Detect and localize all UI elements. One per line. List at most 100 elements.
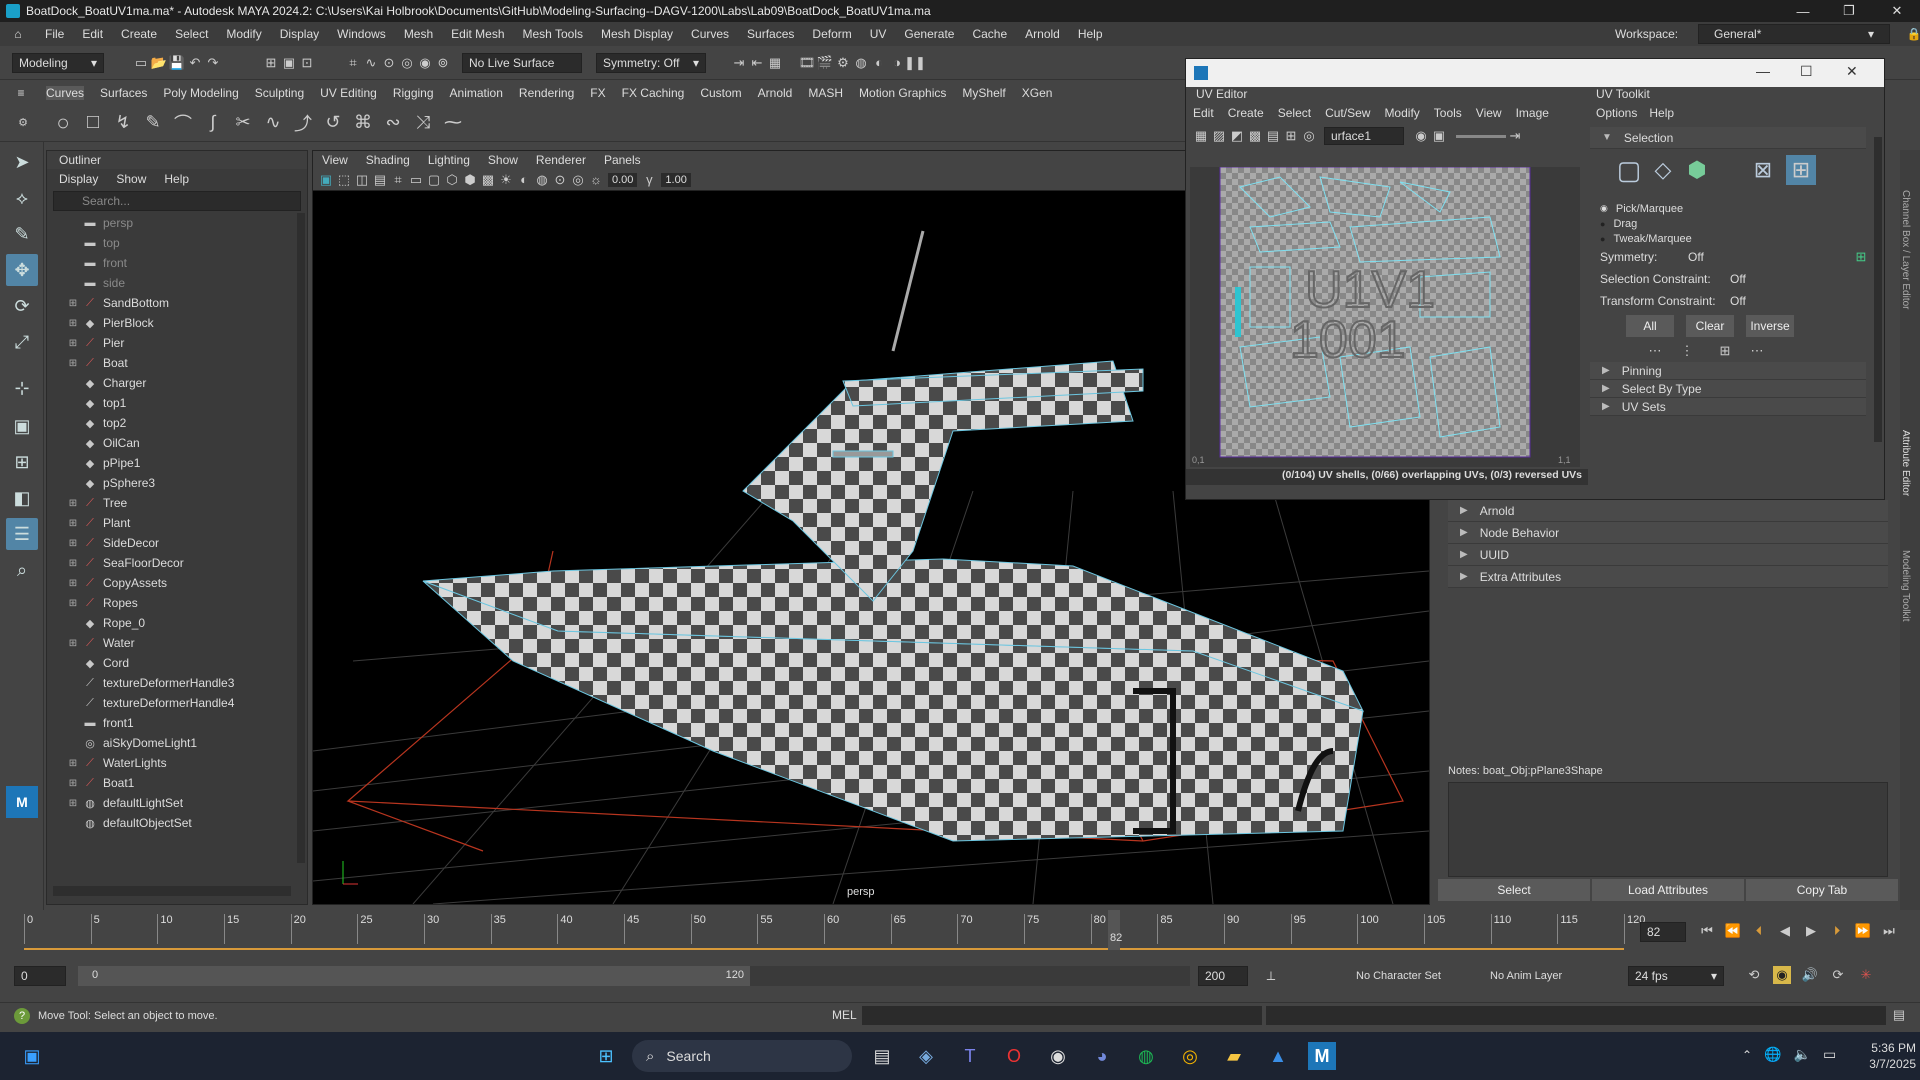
taskbar-clock[interactable]: 5:36 PM 3/7/2025: [1846, 1040, 1916, 1072]
select-hierarchy-icon[interactable]: ⊞: [262, 54, 280, 72]
snap-surface-icon[interactable]: ◉: [416, 54, 434, 72]
uv-toolkit-menu-options[interactable]: Options: [1596, 106, 1637, 120]
expand-icon[interactable]: ⊞: [67, 558, 79, 569]
image-plane-icon[interactable]: ▤: [371, 171, 389, 189]
widgets-icon[interactable]: ▣: [18, 1042, 46, 1070]
face-mode-icon[interactable]: ⊠: [1754, 157, 1772, 182]
notes-field[interactable]: [1448, 782, 1888, 877]
menu-surfaces[interactable]: Surfaces: [747, 27, 794, 41]
show-manipulator-icon[interactable]: ⊹: [6, 372, 38, 404]
taskbar-search[interactable]: ⌕ Search: [632, 1040, 852, 1072]
uv-menu-view[interactable]: View: [1476, 106, 1502, 120]
outliner-item[interactable]: ◆ Cord: [47, 653, 297, 673]
move-tool-icon[interactable]: ✥: [6, 254, 38, 286]
shelf-tab-rigging[interactable]: Rigging: [393, 86, 434, 100]
mode-dropdown[interactable]: Modeling ▾: [12, 52, 104, 73]
ae-section-extra-attributes[interactable]: ▶ Extra Attributes: [1448, 566, 1888, 588]
maximize-button[interactable]: ❐: [1826, 0, 1872, 22]
uv-menu-tools[interactable]: Tools: [1434, 106, 1462, 120]
menu-edit[interactable]: Edit: [82, 27, 103, 41]
expand-icon[interactable]: ⊞: [67, 298, 79, 309]
uv-grid-icon[interactable]: ▦: [1192, 127, 1210, 145]
output-ops-icon[interactable]: ⇤: [748, 54, 766, 72]
exposure-icon[interactable]: ☼: [587, 171, 605, 189]
outliner-item[interactable]: ◎ aiSkyDomeLight1: [47, 733, 297, 753]
wireframe-icon[interactable]: ⬡: [443, 171, 461, 189]
menu-deform[interactable]: Deform: [812, 27, 851, 41]
uv-toolkit-scrollbar[interactable]: [1874, 137, 1882, 442]
vertex-mode-icon[interactable]: ◇: [1654, 157, 1672, 182]
gamma-field[interactable]: 1.00: [661, 172, 691, 187]
viewport-menu-show[interactable]: Show: [488, 153, 518, 167]
menu-mesh-display[interactable]: Mesh Display: [601, 27, 673, 41]
ipr-render-icon[interactable]: 🎬: [816, 54, 834, 72]
new-scene-icon[interactable]: ▭: [132, 54, 150, 72]
menu-windows[interactable]: Windows: [337, 27, 386, 41]
command-input[interactable]: [862, 1006, 1262, 1025]
make-live-icon[interactable]: ⊚: [434, 54, 452, 72]
camera-attributes-icon[interactable]: ⬚: [335, 171, 353, 189]
viewport-menu-view[interactable]: View: [322, 153, 348, 167]
uv-canvas[interactable]: U1V1 1001 0,1 1,1: [1190, 167, 1580, 467]
paint-select-icon[interactable]: ✎: [6, 218, 38, 250]
viewport-menu-shading[interactable]: Shading: [366, 153, 410, 167]
inverse-selection-button[interactable]: Inverse: [1746, 315, 1794, 337]
minimize-button[interactable]: —: [1780, 0, 1826, 22]
curve-extend-icon[interactable]: ∿: [264, 112, 282, 132]
uv-shaded-icon[interactable]: ▨: [1210, 127, 1228, 145]
expand-icon[interactable]: ⊞: [67, 318, 79, 329]
file-explorer-icon[interactable]: ▰: [1220, 1042, 1248, 1070]
menu-uv[interactable]: UV: [870, 27, 887, 41]
uv-checker-icon[interactable]: ▩: [1246, 127, 1264, 145]
shelf-tab-surfaces[interactable]: Surfaces: [100, 86, 147, 100]
cache-playback-icon[interactable]: ⟳: [1829, 966, 1847, 984]
select-border-icon[interactable]: ⊞: [1716, 342, 1734, 360]
selection-mode-option[interactable]: ◉ Pick/Marquee: [1600, 201, 1884, 216]
outliner-layout-icon[interactable]: ☰: [6, 518, 38, 550]
copy-tab-button[interactable]: Copy Tab: [1746, 879, 1898, 901]
outliner-item[interactable]: ⊞ ⟋ SandBottom: [47, 293, 297, 313]
uv-next-icon[interactable]: ⇥: [1506, 127, 1524, 145]
viewport-menu-panels[interactable]: Panels: [604, 153, 641, 167]
outliner-item[interactable]: ▬ front1: [47, 713, 297, 733]
menu-arnold[interactable]: Arnold: [1025, 27, 1060, 41]
gamma-icon[interactable]: γ: [640, 171, 658, 189]
auto-key-icon[interactable]: ◉: [1773, 966, 1791, 984]
shelf-tab-myshelf[interactable]: MyShelf: [962, 86, 1005, 100]
select-tool-icon[interactable]: ➤: [6, 146, 38, 178]
outliner-menu-help[interactable]: Help: [164, 172, 189, 186]
uv-color-icon[interactable]: ◉: [1412, 127, 1430, 145]
outliner-item[interactable]: ◆ Charger: [47, 373, 297, 393]
uv-distortion-icon[interactable]: ◩: [1228, 127, 1246, 145]
windows-start-icon[interactable]: ⊞: [592, 1042, 620, 1070]
poly-sphere-icon[interactable]: ○: [54, 110, 72, 135]
viewport-menu-lighting[interactable]: Lighting: [428, 153, 470, 167]
grow-selection-icon[interactable]: ⋯: [1646, 342, 1664, 360]
select-shortest-icon[interactable]: ⋯: [1748, 342, 1766, 360]
select-button[interactable]: Select: [1438, 879, 1590, 901]
uv-menu-create[interactable]: Create: [1228, 106, 1264, 120]
step-back-key-icon[interactable]: ⏪: [1724, 922, 1742, 940]
shelf-tab-xgen[interactable]: XGen: [1022, 86, 1053, 100]
uv-toolkit-menu-help[interactable]: Help: [1649, 106, 1674, 120]
autodesk-icon[interactable]: ▲: [1264, 1042, 1292, 1070]
menu-file[interactable]: File: [45, 27, 64, 41]
scale-tool-icon[interactable]: ⤢: [6, 326, 38, 358]
outliner-item[interactable]: ▬ side: [47, 273, 297, 293]
expand-icon[interactable]: ⊞: [67, 798, 79, 809]
uv-exposure-slider[interactable]: [1456, 134, 1506, 138]
animation-prefs-icon[interactable]: ✳: [1857, 966, 1875, 984]
anim-layer-dropdown[interactable]: No Anim Layer: [1490, 970, 1562, 982]
expand-icon[interactable]: ⊞: [67, 578, 79, 589]
outliner-search-input[interactable]: Search...: [53, 191, 301, 211]
resolution-gate-icon[interactable]: ▢: [425, 171, 443, 189]
selection-mode-option[interactable]: ● Drag: [1600, 216, 1884, 231]
expand-icon[interactable]: ⊞: [67, 498, 79, 509]
outliner-item[interactable]: ⊞ ◍ defaultLightSet: [47, 793, 297, 813]
opera-icon[interactable]: O: [1000, 1042, 1028, 1070]
uv-maximize-button[interactable]: ☐: [1800, 63, 1813, 80]
single-perspective-icon[interactable]: ▣: [6, 410, 38, 442]
outliner-item[interactable]: ◆ pPipe1: [47, 453, 297, 473]
redo-icon[interactable]: ↷: [204, 54, 222, 72]
shelf-tab-rendering[interactable]: Rendering: [519, 86, 574, 100]
